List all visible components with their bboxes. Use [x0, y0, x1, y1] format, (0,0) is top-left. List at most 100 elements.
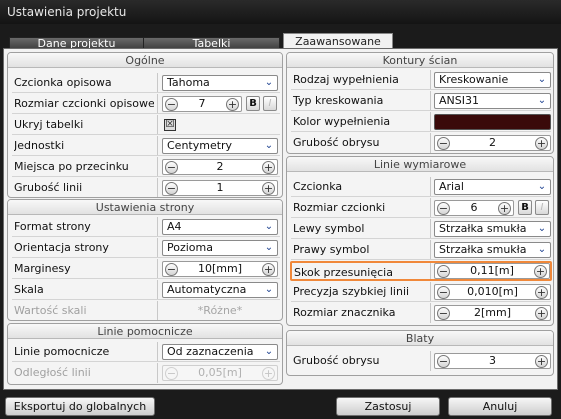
stepper-value: 0,010[m]	[467, 285, 518, 298]
tab-zaawansowane[interactable]: Zaawansowane	[283, 33, 393, 49]
select-value: Kreskowanie	[439, 73, 509, 86]
select-value: Pozioma	[167, 241, 213, 254]
font-select[interactable]: Tahoma ⌄	[162, 75, 278, 91]
stepper-value: 3	[489, 354, 496, 367]
marker-size-stepper[interactable]: − 2[mm] +	[434, 305, 551, 321]
chevron-down-icon: ⌄	[537, 74, 547, 85]
plus-icon[interactable]: +	[534, 265, 547, 278]
group-ogolne: Ogólne Czcionka opisowa Tahoma ⌄ Rozmiar…	[7, 52, 283, 198]
plus-icon: +	[262, 367, 275, 380]
chevron-down-icon: ⌄	[537, 181, 547, 192]
bold-toggle[interactable]: B	[518, 200, 532, 215]
minus-icon[interactable]: −	[165, 182, 178, 195]
row-grubosc-obrysu: Grubość obrysu − 2 +	[291, 133, 551, 153]
right-symbol-select[interactable]: Strzałka smukła ⌄	[434, 242, 551, 258]
minus-icon[interactable]: −	[437, 286, 450, 299]
fill-color-swatch[interactable]	[434, 114, 551, 130]
row-rozmiar-czcionki-opisowej: Rozmiar czcionki opisowej − 7 + B I	[12, 94, 280, 114]
minus-icon[interactable]: −	[437, 307, 450, 320]
export-button[interactable]: Eksportuj do globalnych	[5, 397, 155, 416]
dim-font-size-stepper[interactable]: − 6 +	[434, 200, 514, 216]
chevron-down-icon: ⌄	[537, 223, 547, 234]
row-label: Skok przesunięcia	[294, 266, 393, 279]
scale-value-disabled: *Różne*	[197, 304, 243, 317]
dim-font-select[interactable]: Arial ⌄	[434, 179, 551, 195]
row-rozmiar-znacznika: Rozmiar znacznika − 2[mm] +	[291, 303, 551, 323]
minus-icon[interactable]: −	[165, 161, 178, 174]
left-symbol-select[interactable]: Strzałka smukła ⌄	[434, 221, 551, 237]
plus-icon[interactable]: +	[535, 286, 548, 299]
row-label: Orientacja strony	[14, 241, 109, 254]
checkbox-checked-icon[interactable]: ☒	[164, 119, 176, 131]
italic-toggle[interactable]: I	[263, 96, 277, 111]
row-label: Grubość obrysu	[293, 354, 380, 367]
row-rozmiar-czcionki: Rozmiar czcionki − 6 + B I	[291, 198, 551, 218]
plus-icon[interactable]: +	[498, 202, 511, 215]
stepper-value: 2[mm]	[473, 306, 511, 319]
group-title-ustawienia-strony: Ustawienia strony	[8, 200, 282, 215]
plus-icon[interactable]: +	[262, 182, 275, 195]
guide-lines-select[interactable]: Od zaznaczenia ⌄	[162, 344, 278, 360]
italic-toggle[interactable]: I	[535, 200, 549, 215]
plus-icon[interactable]: +	[262, 263, 275, 276]
line-distance-stepper: − 0,05[m] +	[162, 365, 278, 381]
row-label: Rozmiar znacznika	[293, 306, 396, 319]
window-title: Ustawienia projektu	[0, 0, 561, 24]
row-label: Kolor wypełnienia	[293, 115, 391, 128]
decimals-stepper[interactable]: − 2 +	[162, 159, 278, 175]
plus-icon[interactable]: +	[226, 98, 239, 111]
row-label: Rozmiar czcionki opisowej	[14, 97, 154, 110]
stepper-value: 0,05[m]	[198, 366, 242, 379]
row-label: Format strony	[14, 220, 91, 233]
offset-step-stepper[interactable]: − 0,11[m] +	[434, 263, 550, 279]
plus-icon[interactable]: +	[262, 161, 275, 174]
row-ukryj-tabelki: Ukryj tabelki ☒	[12, 115, 280, 135]
row-label: Linie pomocnicze	[14, 345, 110, 358]
line-width-stepper[interactable]: − 1 +	[162, 180, 278, 196]
fill-type-select[interactable]: Kreskowanie ⌄	[434, 72, 551, 88]
scale-select[interactable]: Automatyczna ⌄	[162, 282, 278, 298]
bold-toggle[interactable]: B	[246, 96, 260, 111]
minus-icon[interactable]: −	[437, 202, 450, 215]
chevron-down-icon: ⌄	[537, 244, 547, 255]
countertop-outline-stepper[interactable]: − 3 +	[434, 353, 551, 369]
row-label: Czcionka opisowa	[14, 76, 112, 89]
row-label: Odległość linii	[14, 366, 91, 379]
select-value: Tahoma	[167, 76, 210, 89]
minus-icon[interactable]: −	[437, 355, 450, 368]
plus-icon[interactable]: +	[535, 307, 548, 320]
font-size-stepper[interactable]: − 7 +	[162, 96, 242, 112]
cancel-button[interactable]: Anuluj	[448, 397, 552, 416]
minus-icon[interactable]: −	[165, 263, 178, 276]
chevron-down-icon: ⌄	[264, 242, 274, 253]
chevron-down-icon: ⌄	[264, 346, 274, 357]
row-marginesy: Marginesy − 10[mm] +	[12, 259, 280, 279]
group-title-blaty: Blaty	[287, 331, 553, 346]
units-select[interactable]: Centymetry ⌄	[162, 138, 278, 154]
minus-icon[interactable]: −	[437, 265, 450, 278]
apply-button[interactable]: Zastosuj	[336, 397, 440, 416]
group-blaty: Blaty Grubość obrysu − 3 +	[286, 330, 554, 376]
settings-panel: Ogólne Czcionka opisowa Tahoma ⌄ Rozmiar…	[3, 48, 558, 390]
chevron-down-icon: ⌄	[537, 95, 547, 106]
stepper-value: 1	[216, 181, 224, 194]
minus-icon[interactable]: −	[165, 98, 178, 111]
orientation-select[interactable]: Pozioma ⌄	[162, 240, 278, 256]
select-value: ANSI31	[439, 94, 479, 107]
select-value: Arial	[439, 180, 464, 193]
plus-icon[interactable]: +	[535, 355, 548, 368]
plus-icon[interactable]: +	[535, 137, 548, 150]
group-title-kontury-scian: Kontury ścian	[287, 53, 553, 68]
row-label: Prawy symbol	[293, 243, 370, 256]
row-linie-pomocnicze: Linie pomocnicze Od zaznaczenia ⌄	[12, 342, 280, 362]
outline-width-stepper[interactable]: − 2 +	[434, 135, 551, 151]
page-format-select[interactable]: A4 ⌄	[162, 219, 278, 235]
select-value: A4	[167, 220, 182, 233]
margins-stepper[interactable]: − 10[mm] +	[162, 261, 278, 277]
row-lewy-symbol: Lewy symbol Strzałka smukła ⌄	[291, 219, 551, 239]
minus-icon[interactable]: −	[437, 137, 450, 150]
stepper-value: 10[mm]	[197, 262, 242, 275]
row-wartosc-skali: Wartość skali *Różne*	[12, 301, 280, 320]
quick-line-precision-stepper[interactable]: − 0,010[m] +	[434, 284, 551, 300]
hatch-type-select[interactable]: ANSI31 ⌄	[434, 93, 551, 109]
